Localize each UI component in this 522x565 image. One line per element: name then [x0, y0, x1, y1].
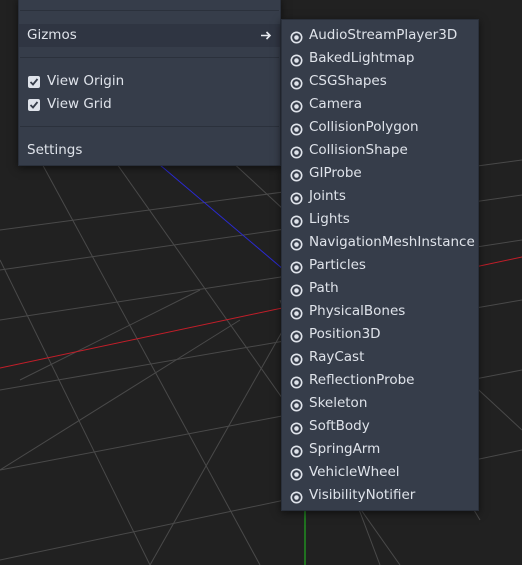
gizmo-item-label: NavigationMeshInstance — [309, 234, 475, 250]
checkbox-checked-icon[interactable] — [28, 99, 40, 111]
gizmo-item[interactable]: ReflectionProbe — [282, 369, 478, 392]
gizmo-item-label: Camera — [309, 96, 362, 112]
gizmo-item[interactable]: NavigationMeshInstance — [282, 231, 478, 254]
gizmos-submenu: AudioStreamPlayer3D BakedLightmap CSGShape… — [281, 19, 479, 511]
gizmos-list: AudioStreamPlayer3D BakedLightmap CSGShape… — [282, 24, 478, 507]
menu-item-gizmos-label: Gizmos — [27, 27, 77, 43]
menu-item-view-grid-label: View Grid — [47, 96, 112, 112]
eye-icon[interactable] — [290, 98, 303, 113]
gizmo-item[interactable]: Camera — [282, 93, 478, 116]
gizmo-item[interactable]: CollisionPolygon — [282, 116, 478, 139]
gizmo-item[interactable]: Particles — [282, 254, 478, 277]
separator — [20, 57, 279, 58]
eye-icon[interactable] — [290, 167, 303, 182]
eye-icon[interactable] — [290, 305, 303, 320]
separator — [20, 126, 279, 127]
gizmo-item[interactable]: Position3D — [282, 323, 478, 346]
eye-icon[interactable] — [290, 259, 303, 274]
eye-icon[interactable] — [290, 144, 303, 159]
gizmo-item-label: BakedLightmap — [309, 50, 415, 66]
gizmo-item[interactable]: AudioStreamPlayer3D — [282, 24, 478, 47]
gizmo-item[interactable]: Lights — [282, 208, 478, 231]
checkbox-checked-icon[interactable] — [28, 76, 40, 88]
gizmo-item[interactable]: BakedLightmap — [282, 47, 478, 70]
eye-icon[interactable] — [290, 466, 303, 481]
menu-item-view-origin[interactable]: View Origin — [19, 70, 280, 93]
gizmo-item[interactable]: SpringArm — [282, 438, 478, 461]
gizmo-item[interactable]: VehicleWheel — [282, 461, 478, 484]
gizmo-item-label: RayCast — [309, 349, 365, 365]
view-menu: Gizmos View Origin View Grid Settings — [18, 0, 281, 166]
gizmo-item-label: Lights — [309, 211, 350, 227]
menu-item-settings-label: Settings — [27, 142, 83, 158]
gizmo-item[interactable]: Path — [282, 277, 478, 300]
gizmo-item-label: VehicleWheel — [309, 464, 400, 480]
eye-icon[interactable] — [290, 213, 303, 228]
menu-item-view-origin-label: View Origin — [47, 73, 125, 89]
gizmo-item-label: AudioStreamPlayer3D — [309, 27, 458, 43]
gizmo-item-label: Path — [309, 280, 339, 296]
z-axis-line — [159, 164, 291, 276]
gizmo-item-label: PhysicalBones — [309, 303, 406, 319]
gizmo-item-label: Position3D — [309, 326, 381, 342]
gizmo-item-label: Joints — [309, 188, 346, 204]
gizmo-item-label: CSGShapes — [309, 73, 387, 89]
eye-icon[interactable] — [290, 29, 303, 44]
gizmo-item[interactable]: Skeleton — [282, 392, 478, 415]
eye-icon[interactable] — [290, 328, 303, 343]
gizmo-item-label: SpringArm — [309, 441, 381, 457]
eye-icon[interactable] — [290, 489, 303, 504]
arrow-right-icon — [260, 24, 272, 55]
eye-icon[interactable] — [290, 443, 303, 458]
gizmo-item[interactable]: VisibilityNotifier — [282, 484, 478, 507]
gizmo-item[interactable]: CSGShapes — [282, 70, 478, 93]
eye-icon[interactable] — [290, 351, 303, 366]
eye-icon[interactable] — [290, 190, 303, 205]
eye-icon[interactable] — [290, 236, 303, 251]
eye-icon[interactable] — [290, 75, 303, 90]
gizmo-item-label: Particles — [309, 257, 366, 273]
gizmo-item[interactable]: SoftBody — [282, 415, 478, 438]
eye-icon[interactable] — [290, 397, 303, 412]
gizmo-item-label: Skeleton — [309, 395, 368, 411]
eye-icon[interactable] — [290, 282, 303, 297]
separator — [20, 10, 279, 11]
eye-icon[interactable] — [290, 121, 303, 136]
gizmo-item[interactable]: Joints — [282, 185, 478, 208]
menu-item-settings[interactable]: Settings — [19, 139, 280, 162]
gizmo-item-label: CollisionShape — [309, 142, 408, 158]
gizmo-item-label: VisibilityNotifier — [309, 487, 416, 503]
gizmo-item[interactable]: CollisionShape — [282, 139, 478, 162]
eye-icon[interactable] — [290, 420, 303, 435]
eye-icon[interactable] — [290, 374, 303, 389]
gizmo-item[interactable]: PhysicalBones — [282, 300, 478, 323]
gizmo-item[interactable]: RayCast — [282, 346, 478, 369]
gizmo-item-label: GIProbe — [309, 165, 362, 181]
menu-item-view-grid[interactable]: View Grid — [19, 93, 280, 116]
gizmo-item-label: ReflectionProbe — [309, 372, 415, 388]
menu-item-gizmos[interactable]: Gizmos — [19, 24, 280, 47]
eye-icon[interactable] — [290, 52, 303, 67]
gizmo-item[interactable]: GIProbe — [282, 162, 478, 185]
gizmo-item-label: CollisionPolygon — [309, 119, 419, 135]
gizmo-item-label: SoftBody — [309, 418, 370, 434]
